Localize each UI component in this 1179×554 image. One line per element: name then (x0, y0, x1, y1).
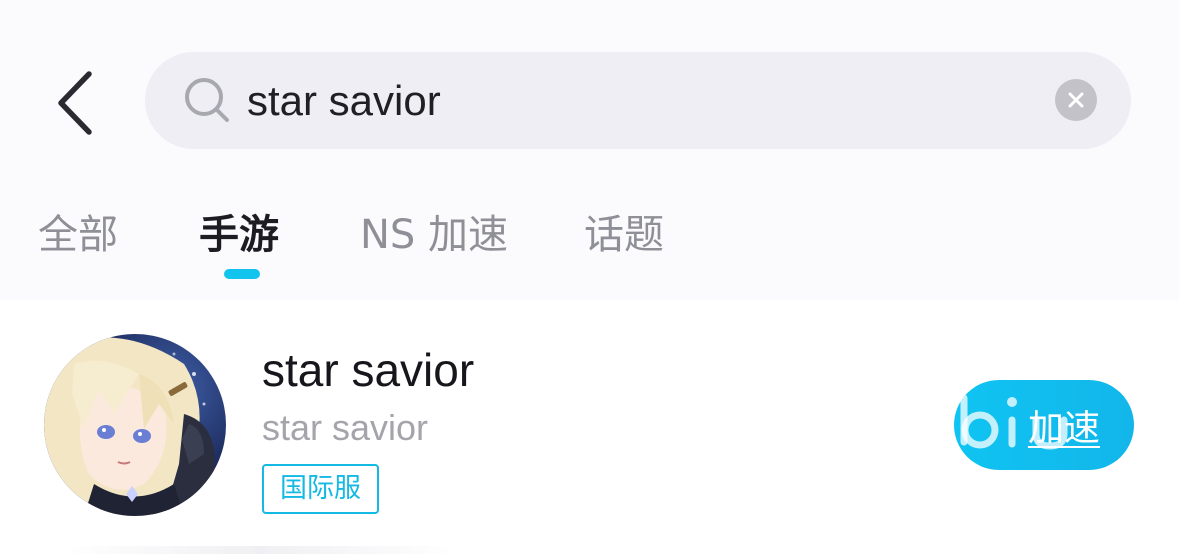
search-input[interactable] (247, 66, 1027, 136)
back-button[interactable] (40, 58, 110, 148)
game-avatar[interactable] (44, 334, 226, 516)
accelerate-button[interactable]: 加速 (954, 380, 1134, 470)
game-title: star savior (262, 344, 475, 396)
active-tab-indicator (224, 269, 260, 279)
category-tabs: 全部 手游 NS 加速 话题 (0, 200, 1179, 280)
search-bar[interactable] (145, 52, 1131, 149)
game-artwork-image (44, 334, 226, 516)
server-region-tag: 国际服 (262, 464, 379, 514)
tab-all[interactable]: 全部 (38, 210, 118, 260)
search-result-item[interactable]: star savior star savior 国际服 加速 (0, 300, 1179, 554)
clear-search-button[interactable] (1055, 79, 1097, 121)
list-divider (60, 546, 460, 554)
tab-ns-accelerate[interactable]: NS 加速 (360, 210, 508, 260)
search-icon (185, 78, 229, 122)
tab-topics[interactable]: 话题 (584, 210, 664, 260)
header: 全部 手游 NS 加速 话题 (0, 0, 1179, 300)
clear-icon (1068, 92, 1084, 108)
tab-mobile-games[interactable]: 手游 (199, 210, 279, 260)
game-subtitle: star savior (262, 407, 429, 448)
chevron-left-icon (58, 71, 92, 135)
accelerate-label: 加速 (1027, 408, 1100, 449)
